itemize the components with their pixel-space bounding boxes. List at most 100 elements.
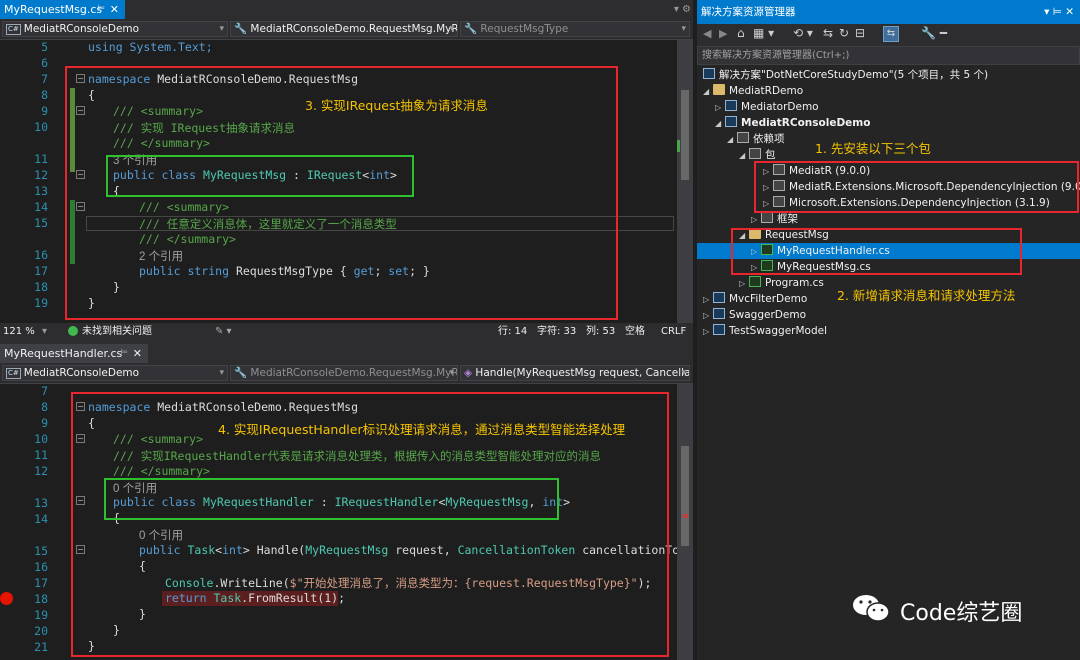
web-project-icon (713, 292, 725, 303)
tree-item-mediatordemo[interactable]: ▷ MediatorDemo (715, 99, 819, 115)
tab-myrequestmsg[interactable]: MyRequestMsg.cs ⊨ ✕ (0, 0, 125, 19)
line-number: 8 (41, 400, 48, 414)
brush-icon[interactable]: ✎ ▾ (215, 323, 232, 340)
top-tab-strip: MyRequestMsg.cs ⊨ ✕ ▾ ⚙ (0, 0, 693, 19)
chevron-down-icon: ▾ (449, 368, 454, 378)
tab-overflow-icon[interactable]: ▾ ⚙ (674, 0, 691, 19)
csharp-project-icon (725, 116, 737, 127)
breakpoint-icon[interactable] (0, 592, 13, 605)
class-dropdown[interactable]: 🔧 MediatRConsoleDemo.RequestMsg.MyRe ▾ (230, 21, 458, 37)
tree-item-mediatrconsoledemo[interactable]: ◢ MediatRConsoleDemo (715, 115, 870, 131)
tree-item-program[interactable]: ▷ Program.cs (739, 275, 824, 291)
line-number: 10 (34, 432, 48, 446)
collapse-arrow-icon[interactable]: ▷ (703, 308, 713, 324)
folder-icon (713, 84, 725, 95)
csharp-project-icon: C# (6, 24, 21, 35)
tree-item-testswaggermodel[interactable]: ▷ TestSwaggerModel (703, 323, 827, 339)
pending-changes-icon[interactable]: ⟲ ▾ (793, 26, 813, 40)
collapse-all-icon[interactable]: ⊟ (855, 26, 865, 40)
forward-icon[interactable]: ▶ (719, 27, 727, 40)
home-icon[interactable]: ⌂ (737, 26, 745, 40)
line-number: 5 (41, 40, 48, 54)
member-dropdown[interactable]: 🔧 RequestMsgType ▾ (460, 21, 690, 37)
line-number: 12 (34, 168, 48, 182)
line-number: 13 (34, 184, 48, 198)
tree-item-dependencies[interactable]: ◢ 依赖项 (727, 131, 785, 147)
csharp-project-icon (725, 100, 737, 111)
chevron-down-icon: ▾ (219, 24, 224, 34)
panel-options-icon[interactable]: ▾ ⊨ ✕ (1044, 0, 1074, 24)
dependencies-icon (737, 132, 749, 143)
csharp-project-icon (713, 324, 725, 335)
line-number: 14 (34, 512, 48, 526)
line-number: 9 (41, 104, 48, 118)
project-dropdown[interactable]: C# MediatRConsoleDemo ▾ (2, 21, 228, 37)
bottom-code-editor[interactable]: 7 8 9 10 11 12 13 14 15 16 17 18 19 20 21 − − − − name… (0, 384, 677, 660)
code-line-5: using System.Text; (88, 40, 213, 54)
expand-arrow-icon[interactable]: ◢ (739, 148, 749, 164)
expand-arrow-icon[interactable]: ◢ (703, 84, 713, 100)
line-number: 20 (34, 624, 48, 638)
expand-arrow-icon[interactable]: ◢ (727, 132, 737, 148)
project-dropdown[interactable]: C# MediatRConsoleDemo ▾ (2, 365, 228, 381)
csharp-project-icon: C# (6, 368, 21, 379)
line-number: 12 (34, 464, 48, 478)
show-all-files-icon[interactable]: ⇆ (883, 26, 899, 42)
top-code-editor[interactable]: 5 6 7 8 9 10 11 12 13 14 15 16 17 18 19 − − − − using … (0, 40, 677, 323)
tab-myrequesthandler[interactable]: MyRequestHandler.cs ⊨ ✕ (0, 344, 148, 363)
tree-item-mediatrdemo[interactable]: ◢ MediatRDemo (703, 83, 803, 99)
pin-icon[interactable]: ⊨ (120, 344, 128, 363)
tree-item-solution[interactable]: 解决方案"DotNetCoreStudyDemo"(5 个项目，共 5 个) (703, 67, 988, 83)
line-number: 9 (41, 416, 48, 430)
line-number: 15 (34, 544, 48, 558)
tree-item-swaggerdemo[interactable]: ▷ SwaggerDemo (703, 307, 806, 323)
annotation-1: 1. 先安装以下三个包 (815, 141, 931, 156)
zoom-level[interactable]: 121 % (3, 323, 35, 340)
tab-label: MyRequestHandler.cs (4, 347, 123, 360)
line-number: 18 (34, 280, 48, 294)
solution-explorer-panel: 解决方案资源管理器 ▾ ⊨ ✕ ◀ ▶ ⌂ ▦ ▾ ⟲ ▾ ⇆ ↻ ⊟ ⇆ 🔧 … (697, 0, 1080, 660)
sync-icon[interactable]: ⇆ (823, 26, 833, 40)
line-number: 13 (34, 496, 48, 510)
zoom-dropdown-icon[interactable]: ▾ (42, 323, 47, 340)
annotation-3: 3. 实现IRequest抽象为请求消息 (305, 98, 488, 113)
chevron-down-icon: ▾ (681, 368, 686, 378)
properties-icon[interactable]: 🔧 ━ (921, 26, 947, 40)
member-dropdown[interactable]: ◈ Handle(MyRequestMsg request, Cancella ▾ (460, 365, 690, 381)
scrollbar-thumb[interactable] (681, 90, 689, 180)
back-icon[interactable]: ◀ (703, 27, 711, 40)
refresh-icon[interactable]: ↻ (839, 26, 849, 40)
switch-view-icon[interactable]: ▦ ▾ (753, 26, 774, 40)
watermark-text: Code综艺圈 (900, 601, 1023, 626)
collapse-arrow-icon[interactable]: ▷ (751, 212, 761, 228)
csharp-file-icon (749, 276, 761, 287)
char-indicator: 字符: 33 (537, 326, 577, 337)
solution-search-input[interactable]: 搜索解决方案资源管理器(Ctrl+;) (697, 46, 1080, 65)
close-icon[interactable]: ✕ (110, 0, 119, 19)
vertical-scrollbar[interactable] (677, 40, 693, 323)
close-icon[interactable]: ✕ (133, 344, 142, 363)
annotation-green-box (106, 155, 414, 197)
issues-status[interactable]: 未找到相关问题 (82, 323, 152, 340)
collapse-arrow-icon[interactable]: ▷ (739, 276, 749, 292)
panel-title: 解决方案资源管理器 ▾ ⊨ ✕ (697, 0, 1080, 24)
scrollbar-thumb[interactable] (681, 446, 689, 546)
line-number: 7 (41, 384, 48, 398)
line-number: 6 (41, 56, 48, 70)
tree-item-mvcfilterdemo[interactable]: ▷ MvcFilterDemo (703, 291, 807, 307)
whitespace-indicator: 空格 (625, 326, 645, 337)
collapse-arrow-icon[interactable]: ▷ (703, 292, 713, 308)
tree-item-frameworks[interactable]: ▷ 框架 (751, 211, 798, 227)
expand-arrow-icon[interactable]: ◢ (715, 116, 725, 132)
class-icon: 🔧 (234, 367, 248, 379)
collapse-arrow-icon[interactable]: ▷ (715, 100, 725, 116)
class-dropdown[interactable]: 🔧 MediatRConsoleDemo.RequestMsg.MyRe ▾ (230, 365, 458, 381)
pin-icon[interactable]: ⊨ (97, 0, 105, 19)
collapse-arrow-icon[interactable]: ▷ (703, 324, 713, 340)
chevron-down-icon: ▾ (681, 24, 686, 34)
line-number: 19 (34, 608, 48, 622)
line-number: 17 (34, 264, 48, 278)
line-number: 7 (41, 72, 48, 86)
bottom-navigation-bar: C# MediatRConsoleDemo ▾ 🔧 MediatRConsoleDe… (0, 363, 693, 384)
vertical-scrollbar[interactable] (677, 384, 693, 660)
